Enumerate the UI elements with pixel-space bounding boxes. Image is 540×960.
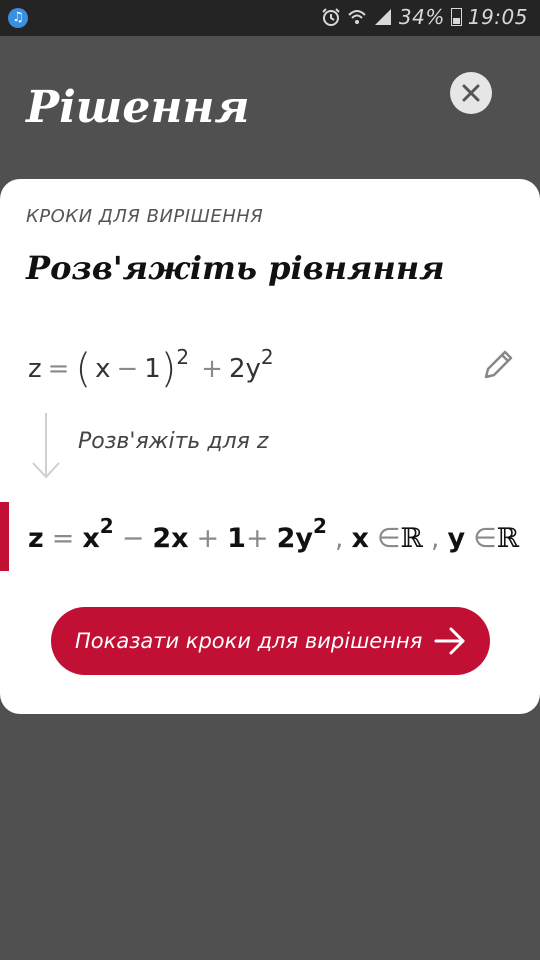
math-var: y: [245, 354, 261, 384]
math-eq: =: [47, 354, 70, 384]
math-var: x: [351, 522, 369, 554]
step-description: Розв'яжіть для z: [78, 429, 269, 454]
math-eq: =: [51, 522, 75, 554]
element-of-symbol: ∈: [376, 522, 401, 554]
math-op: −: [116, 354, 139, 384]
signal-icon: [374, 9, 391, 25]
music-notification-icon: ♫: [8, 8, 28, 28]
battery-icon: [450, 8, 462, 26]
math-term: 2x: [152, 522, 189, 554]
math-exponent: 2: [312, 514, 327, 538]
math-exponent: 2: [176, 345, 190, 369]
math-var: z: [28, 354, 42, 384]
arrow-down-icon: [32, 413, 60, 479]
math-op: −: [121, 522, 145, 554]
math-op: +: [196, 522, 220, 554]
card-title: Розв'яжіть рівняння: [26, 249, 445, 287]
close-icon: [462, 84, 480, 102]
edit-button[interactable]: [480, 347, 516, 383]
status-bar: ♫ 34% 19:05: [0, 0, 540, 36]
page-title: Рішення: [26, 82, 250, 133]
math-paren: ): [160, 346, 177, 392]
math-comma: ,: [430, 522, 440, 554]
math-var: x: [82, 522, 100, 554]
math-op: +: [201, 354, 223, 384]
close-button[interactable]: [450, 72, 492, 114]
problem-equation: z = ( x − 1 ) 2 + 2 y 2: [28, 334, 274, 404]
steps-label: КРОКИ ДЛЯ ВИРІШЕННЯ: [26, 206, 264, 227]
solution-card: КРОКИ ДЛЯ ВИРІШЕННЯ Розв'яжіть рівняння …: [0, 179, 540, 714]
battery-percent: 34%: [398, 5, 445, 29]
math-comma: ,: [334, 522, 344, 554]
reals-symbol: ℝ: [400, 522, 423, 554]
math-paren: (: [75, 346, 92, 392]
wifi-icon: [348, 10, 366, 24]
math-var: x: [95, 354, 111, 384]
alarm-icon: [322, 8, 340, 26]
result-equation: z = x 2 − 2x + 1 + 2y 2 , x ∈ ℝ , y ∈ ℝ: [28, 514, 519, 562]
math-exponent: 2: [99, 514, 114, 538]
element-of-symbol: ∈: [473, 522, 497, 554]
math-var: y: [447, 522, 466, 554]
math-op: +: [245, 522, 269, 554]
math-num: 2: [228, 354, 246, 384]
math-exponent: 2: [260, 345, 274, 369]
status-icons: 34% 19:05: [321, 5, 528, 29]
pencil-icon: [484, 350, 513, 379]
math-num: 1: [144, 354, 161, 384]
arrow-right-icon: [434, 627, 465, 655]
reals-symbol: ℝ: [496, 522, 520, 554]
result-indicator: [0, 502, 9, 571]
show-steps-button-label: Показати кроки для вирішення: [75, 629, 423, 653]
math-num: 1: [227, 522, 246, 554]
math-var: z: [28, 522, 44, 554]
math-term: 2y: [276, 522, 313, 554]
show-steps-button[interactable]: Показати кроки для вирішення: [51, 607, 490, 675]
clock: 19:05: [467, 5, 528, 29]
